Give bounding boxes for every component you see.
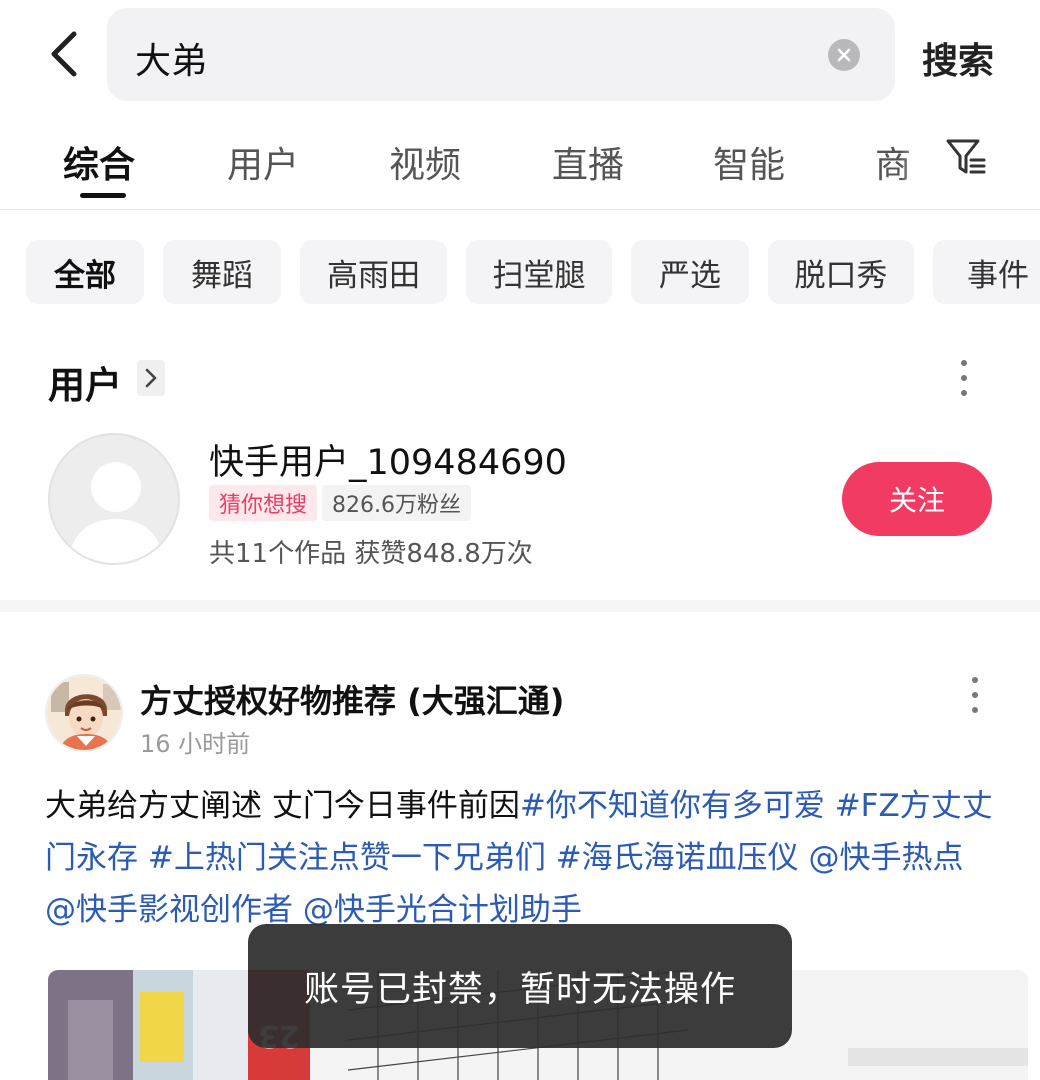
search-button[interactable]: 搜索 xyxy=(922,32,994,84)
guess-search-tag: 猜你想搜 xyxy=(209,485,318,521)
mention-link[interactable]: @快手光合计划助手 xyxy=(303,892,582,928)
result-tabs: 综合 用户 视频 直播 智能 商 xyxy=(0,120,1040,210)
hashtag-link[interactable]: #你不知道你有多可爱 xyxy=(520,788,825,824)
post-time: 16 小时前 xyxy=(140,730,251,758)
chip-all[interactable]: 全部 xyxy=(26,240,144,304)
cartoon-avatar-image xyxy=(47,676,121,750)
mention-link[interactable]: @快手影视创作者 xyxy=(45,892,293,928)
user-section-more-button[interactable] xyxy=(137,360,165,396)
filter-button[interactable] xyxy=(945,136,987,178)
post-author-avatar[interactable] xyxy=(45,674,123,752)
chip-gao-yutian[interactable]: 高雨田 xyxy=(300,240,447,304)
post-caption: 大弟给方丈阐述 丈门今日事件前因#你不知道你有多可爱 #FZ方丈丈门永存 #上热… xyxy=(45,780,995,936)
back-button[interactable] xyxy=(38,28,90,80)
close-icon xyxy=(837,48,851,62)
chip-selection[interactable]: 严选 xyxy=(631,240,749,304)
tab-live[interactable]: 直播 xyxy=(552,136,624,188)
active-tab-indicator xyxy=(80,193,126,198)
tab-users[interactable]: 用户 xyxy=(227,136,299,188)
follow-button[interactable]: 关注 xyxy=(842,462,992,536)
chevron-right-icon xyxy=(145,368,157,388)
account-banned-toast: 账号已封禁，暂时无法操作 xyxy=(248,924,792,1048)
chip-sweep-leg[interactable]: 扫堂腿 xyxy=(466,240,612,304)
user-avatar[interactable] xyxy=(48,433,180,565)
section-divider xyxy=(0,600,1040,612)
tab-videos[interactable]: 视频 xyxy=(389,136,461,188)
fans-count-badge: 826.6万粉丝 xyxy=(322,485,471,521)
tab-smart[interactable]: 智能 xyxy=(713,136,785,188)
tab-comprehensive[interactable]: 综合 xyxy=(63,136,135,188)
chip-dance[interactable]: 舞蹈 xyxy=(163,240,281,304)
top-search-bar: 大弟 搜索 xyxy=(0,0,1040,110)
default-avatar-icon xyxy=(68,462,164,563)
search-query-text: 大弟 xyxy=(135,41,208,82)
post-caption-text: 大弟给方丈阐述 丈门今日事件前因 xyxy=(45,788,520,824)
hashtag-link[interactable]: #上热门关注点赞一下兄弟们 xyxy=(148,840,546,876)
search-input[interactable]: 大弟 xyxy=(107,8,895,101)
user-stats: 共11个作品 获赞848.8万次 xyxy=(209,539,533,569)
chevron-left-icon xyxy=(51,31,77,77)
post-author-name[interactable]: 方丈授权好物推荐 (大强汇通) xyxy=(140,676,564,722)
chip-events[interactable]: 事件 xyxy=(933,240,1040,304)
user-section-more-options-icon[interactable] xyxy=(954,358,974,398)
hashtag-link[interactable]: #海氏海诺血压仪 xyxy=(556,840,799,876)
mention-link[interactable]: @快手热点 xyxy=(809,840,964,876)
tab-fade xyxy=(900,120,940,208)
user-name[interactable]: 快手用户_109484690 xyxy=(209,434,567,485)
user-section-title[interactable]: 用户 xyxy=(48,355,122,409)
post-more-options-icon[interactable] xyxy=(965,675,985,715)
clear-search-button[interactable] xyxy=(828,39,860,71)
chip-standup[interactable]: 脱口秀 xyxy=(768,240,914,304)
filter-icon xyxy=(946,139,986,174)
